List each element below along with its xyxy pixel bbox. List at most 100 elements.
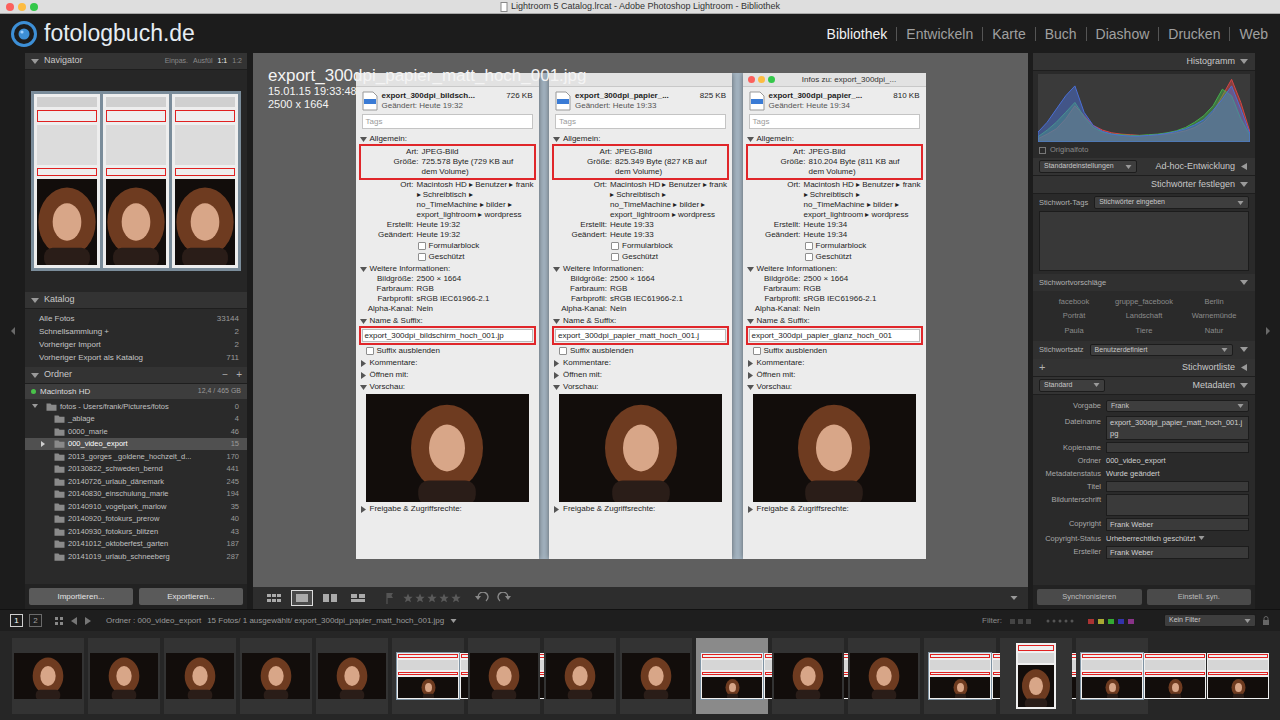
add-keyword-button[interactable]: + xyxy=(1039,362,1045,373)
folder-row[interactable]: 20140910_vogelpark_marlow35 xyxy=(25,500,247,513)
checkbox-row[interactable]: Formularblock xyxy=(356,241,539,251)
metadata-field[interactable]: Ordner000_video_export xyxy=(1033,455,1255,466)
keyword-set-select[interactable]: Benutzerdefiniert xyxy=(1090,344,1233,357)
catalog-item[interactable]: Schnellsammlung +2 xyxy=(25,325,247,338)
folder-row[interactable]: _ablage4 xyxy=(25,413,247,426)
filmstrip-thumbnail[interactable] xyxy=(620,638,692,714)
folder-row[interactable]: 0000_marie46 xyxy=(25,425,247,438)
filmstrip-thumbnail[interactable] xyxy=(1000,638,1072,714)
checkbox[interactable] xyxy=(805,242,813,250)
disclosure-open-icon[interactable] xyxy=(747,136,754,143)
keyword-suggestion[interactable]: Porträt xyxy=(1039,310,1109,321)
info-section-header[interactable]: Freigabe & Zugriffsrechte: xyxy=(356,504,539,514)
keyword-tags-select[interactable]: Stichwörter eingeben xyxy=(1094,196,1249,209)
filmstrip-thumbnail[interactable] xyxy=(392,638,464,714)
metadata-field[interactable]: Titel xyxy=(1033,481,1255,492)
disclosure-open-icon[interactable] xyxy=(360,136,367,143)
folder-row[interactable]: 20141019_urlaub_schneeberg287 xyxy=(25,550,247,563)
info-section-header[interactable]: Weitere Informationen: xyxy=(356,264,539,274)
metadata-value-area[interactable] xyxy=(1106,494,1249,516)
collapse-triangle-icon[interactable] xyxy=(1239,180,1249,189)
collapse-triangle-icon[interactable] xyxy=(1239,345,1249,354)
metadata-value-box[interactable] xyxy=(1106,442,1249,453)
keyword-suggestion[interactable]: Tiere xyxy=(1109,325,1179,336)
filmstrip-source[interactable]: Ordner : 000_video_export xyxy=(106,615,201,627)
name-field[interactable]: export_300dpi_papier_matt_hoch_001.j xyxy=(555,329,726,342)
keyword-suggestion[interactable]: Natur xyxy=(1179,325,1249,336)
sync-button[interactable]: Synchronisieren xyxy=(1037,589,1142,605)
keyword-text-area[interactable] xyxy=(1039,211,1249,271)
disclosure-open-icon[interactable] xyxy=(553,266,560,273)
export-button[interactable]: Exportieren... xyxy=(139,588,243,605)
filter-select[interactable]: Kein Filter xyxy=(1164,614,1256,627)
info-section-header[interactable]: Kommentare: xyxy=(356,358,539,368)
panel-header[interactable]: Ordner−+ xyxy=(25,367,247,384)
metadata-field[interactable]: Kopiename xyxy=(1033,442,1255,453)
minimize-button[interactable] xyxy=(758,76,765,83)
filmstrip-thumbnail[interactable] xyxy=(544,638,616,714)
import-button[interactable]: Importieren... xyxy=(29,588,133,605)
keyword-suggestion[interactable]: Paula xyxy=(1039,325,1109,336)
view-mode-button[interactable] xyxy=(263,590,285,606)
disclosure-open-icon[interactable] xyxy=(360,266,367,273)
filmstrip-thumbnail[interactable] xyxy=(468,638,540,714)
metadata-view-select[interactable]: Standard xyxy=(1039,379,1105,392)
module-tab[interactable]: Entwickeln xyxy=(906,27,973,41)
disclosure-open-icon[interactable] xyxy=(553,318,560,325)
view-mode-button[interactable] xyxy=(291,590,313,606)
panel-header[interactable]: Katalog xyxy=(25,292,247,309)
metadata-value-box[interactable]: export_300dpi_papier_matt_hoch_001.jpg xyxy=(1106,416,1249,440)
folder-row[interactable]: 20140726_urlaub_dänemark245 xyxy=(25,475,247,488)
disclosure-closed-icon[interactable] xyxy=(553,372,560,379)
disclosure-open-icon[interactable] xyxy=(747,384,754,391)
filmstrip-thumbnail[interactable] xyxy=(696,638,768,714)
info-section-header[interactable]: Öffnen mit: xyxy=(743,370,926,380)
suggestions-header[interactable]: Stichwortvorschläge xyxy=(1033,274,1255,291)
checkbox[interactable] xyxy=(753,347,761,355)
metadata-field[interactable]: Bildunterschrift xyxy=(1033,494,1255,516)
checkbox[interactable] xyxy=(418,253,426,261)
info-section-header[interactable]: Kommentare: xyxy=(743,358,926,368)
metadata-value-box[interactable] xyxy=(1106,481,1249,492)
disclosure-open-icon[interactable] xyxy=(553,136,560,143)
info-section-header[interactable]: Allgemein: xyxy=(743,134,926,144)
panel-title[interactable]: Metadaten xyxy=(1192,379,1235,393)
disclosure-closed-icon[interactable] xyxy=(747,506,754,513)
info-section-header[interactable]: Name & Suffix: xyxy=(356,316,539,326)
metadata-field[interactable]: CopyrightFrank Weber xyxy=(1033,518,1255,531)
panel-title[interactable]: Stichwörter festlegen xyxy=(1151,178,1235,192)
info-section-header[interactable]: Weitere Informationen: xyxy=(743,264,926,274)
metadata-value-select[interactable]: Urheberrechtlich geschützt xyxy=(1106,533,1249,544)
metadata-field[interactable]: ErstellerFrank Weber xyxy=(1033,546,1255,559)
zoom-option[interactable]: Einpas. xyxy=(165,56,188,67)
name-field[interactable]: export_300dpi_bildschirm_hoch_001.jp xyxy=(362,329,533,342)
keyword-suggestion[interactable]: Warnemünde xyxy=(1179,310,1249,321)
panel-header[interactable]: Histogramm xyxy=(1033,53,1255,71)
checkbox[interactable] xyxy=(559,347,567,355)
info-section-header[interactable]: Allgemein: xyxy=(356,134,539,144)
collapse-triangle-icon[interactable] xyxy=(30,371,40,380)
info-section-header[interactable]: Kommentare: xyxy=(549,358,732,368)
metadata-field[interactable]: Copyright-StatusUrheberrechtlich geschüt… xyxy=(1033,533,1255,544)
folder-row[interactable]: 20140920_fotokurs_prerow40 xyxy=(25,513,247,526)
zoom-button[interactable] xyxy=(768,76,775,83)
keyword-suggestion[interactable]: Berlin xyxy=(1179,296,1249,307)
logo[interactable]: fotologbuch.de xyxy=(8,20,195,48)
preset-select[interactable]: Standardeinstellungen xyxy=(1039,160,1137,173)
filmstrip-thumbnail[interactable] xyxy=(316,638,388,714)
checkbox-row[interactable]: Geschützt xyxy=(356,252,539,262)
checkbox-row[interactable]: Geschützt xyxy=(549,252,732,262)
panel-title[interactable]: Katalog xyxy=(44,293,75,307)
minimize-button[interactable] xyxy=(18,3,26,11)
checkbox-row[interactable]: Formularblock xyxy=(549,241,732,251)
folder-row[interactable]: 20140930_fotokurs_blitzen43 xyxy=(25,525,247,538)
module-tab[interactable]: Karte xyxy=(992,27,1025,41)
info-section-header[interactable]: Freigabe & Zugriffsrechte: xyxy=(549,504,732,514)
disclosure-open-icon[interactable] xyxy=(360,384,367,391)
filmstrip-thumbnail[interactable] xyxy=(12,638,84,714)
filmstrip-thumbnail[interactable] xyxy=(164,638,236,714)
collapse-triangle-icon[interactable] xyxy=(1239,381,1249,390)
folder-row[interactable]: 20130822_schweden_bernd441 xyxy=(25,463,247,476)
checkbox-row[interactable]: Suffix ausblenden xyxy=(356,346,539,356)
tags-field[interactable]: Tags xyxy=(749,114,920,129)
